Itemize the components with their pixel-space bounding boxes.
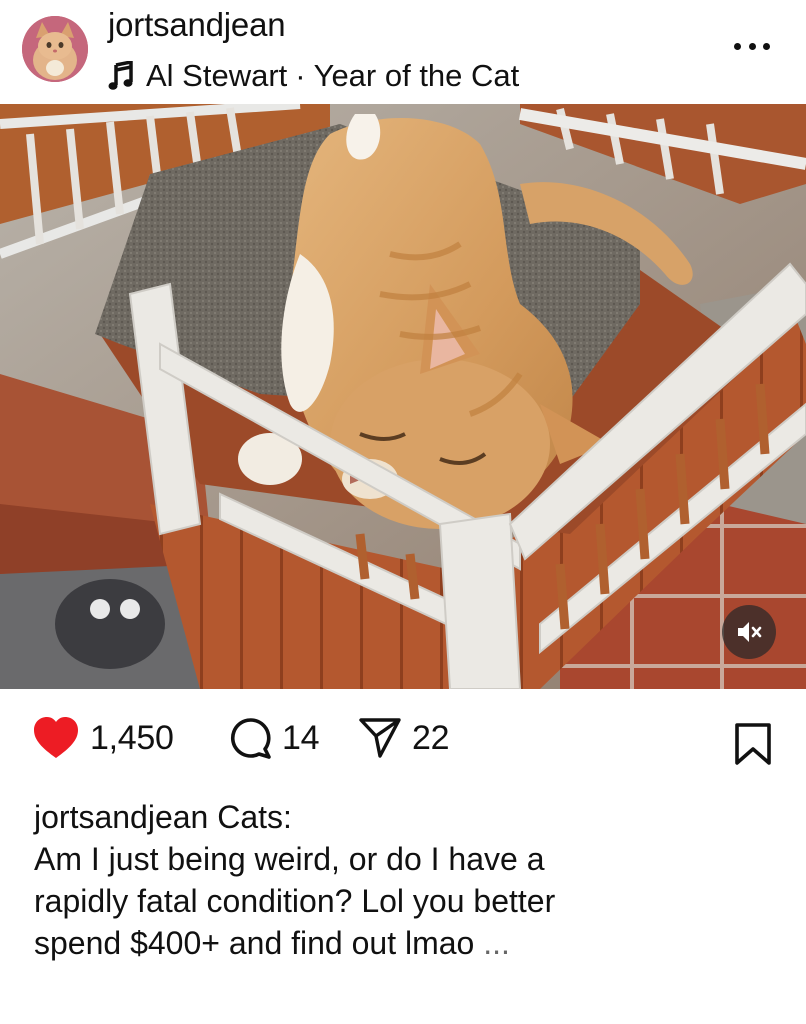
- bookmark-icon: [735, 723, 771, 765]
- comment-count: 14: [282, 718, 320, 757]
- post-caption: jortsandjean Cats: Am I just being weird…: [34, 796, 774, 964]
- post-username[interactable]: jortsandjean: [108, 6, 286, 44]
- muted-speaker-icon[interactable]: [722, 605, 776, 659]
- post-header: jortsandjean Al Stewart · Year of the Ca…: [0, 0, 806, 104]
- caption-line-3: rapidly fatal condition? Lol you better: [34, 883, 556, 919]
- music-attribution[interactable]: Al Stewart · Year of the Cat: [108, 58, 519, 94]
- caption-more-link[interactable]: ...: [483, 925, 510, 961]
- post-photo[interactable]: [0, 104, 806, 689]
- music-track: Year of the Cat: [313, 58, 520, 93]
- share-count: 22: [412, 718, 450, 757]
- like-button[interactable]: 1,450: [32, 716, 174, 760]
- heart-icon: [34, 717, 78, 758]
- avatar[interactable]: [22, 16, 88, 82]
- comment-icon: [231, 718, 271, 759]
- like-count: 1,450: [90, 718, 174, 757]
- caption-text-1: Cats:: [217, 799, 292, 835]
- save-button[interactable]: [734, 722, 772, 771]
- send-icon: [359, 718, 401, 758]
- caption-text-4: spend $400+ and find out lmao: [34, 925, 475, 961]
- action-bar: 1,450 14 22: [0, 708, 806, 772]
- music-separator: ·: [295, 58, 306, 93]
- music-artist: Al Stewart: [146, 58, 288, 93]
- caption-line-1: jortsandjean Cats:: [34, 796, 774, 838]
- caption-username[interactable]: jortsandjean: [34, 799, 208, 835]
- share-button[interactable]: 22: [358, 716, 450, 760]
- caption-line-2: Am I just being weird, or do I have a: [34, 841, 545, 877]
- comment-button[interactable]: 14: [228, 716, 320, 760]
- more-options-icon[interactable]: [734, 40, 770, 52]
- music-note-icon: [108, 61, 133, 90]
- caption-line-4: spend $400+ and find out lmao ...: [34, 922, 774, 964]
